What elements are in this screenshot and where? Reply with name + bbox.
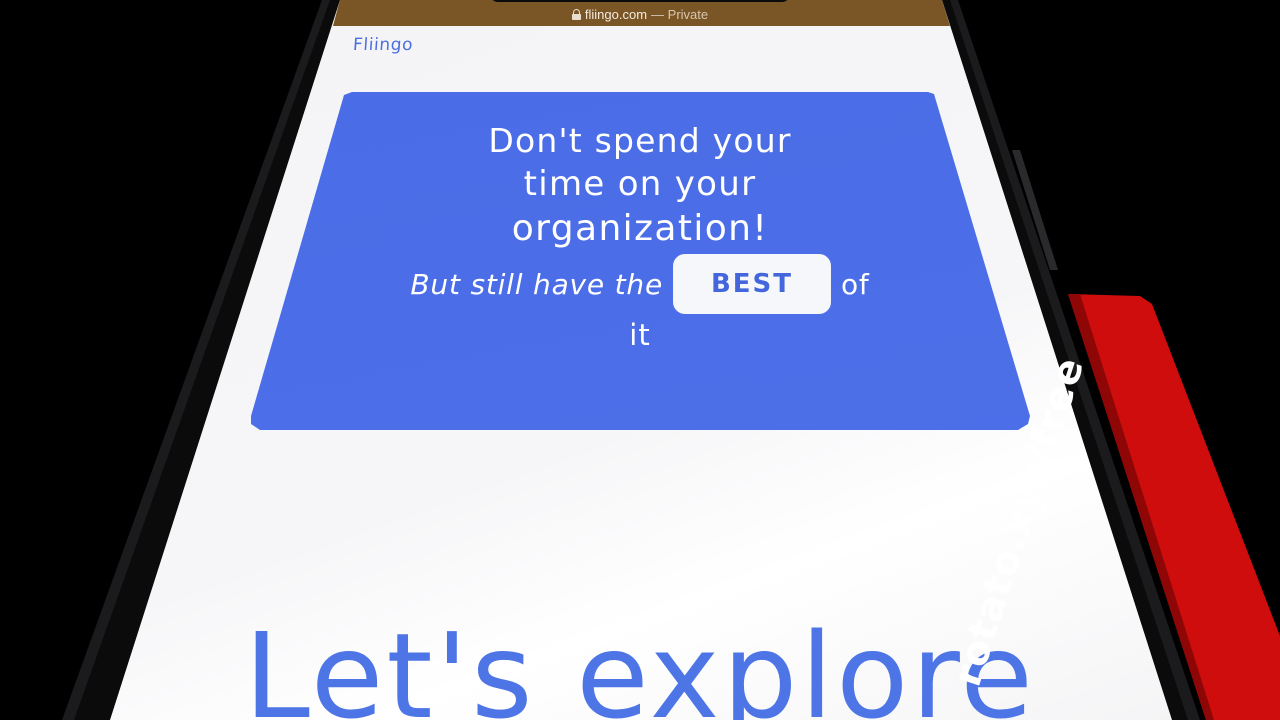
- phone-notch: [490, 0, 790, 2]
- url-domain: fliingo.com: [584, 6, 648, 22]
- hero-subline-post: of: [841, 267, 870, 301]
- lock-icon: [571, 8, 581, 20]
- hero-subline-text: But still have the: [410, 267, 663, 301]
- mockup-stage: fliingo.com — Private Fliingo Don't spen…: [0, 0, 1280, 720]
- best-badge: BEST: [673, 254, 831, 314]
- hero-headline-line-3: organization!: [511, 208, 769, 249]
- explore-heading: Let's explore: [244, 607, 1036, 720]
- hero-headline-line-2: time on your: [523, 164, 757, 204]
- hero-headline-line-1: Don't spend your: [488, 121, 792, 160]
- brand-logo-link[interactable]: Fliingo: [352, 35, 414, 55]
- address-display[interactable]: fliingo.com — Private: [540, 5, 740, 23]
- private-mode-label: — Private: [651, 6, 709, 22]
